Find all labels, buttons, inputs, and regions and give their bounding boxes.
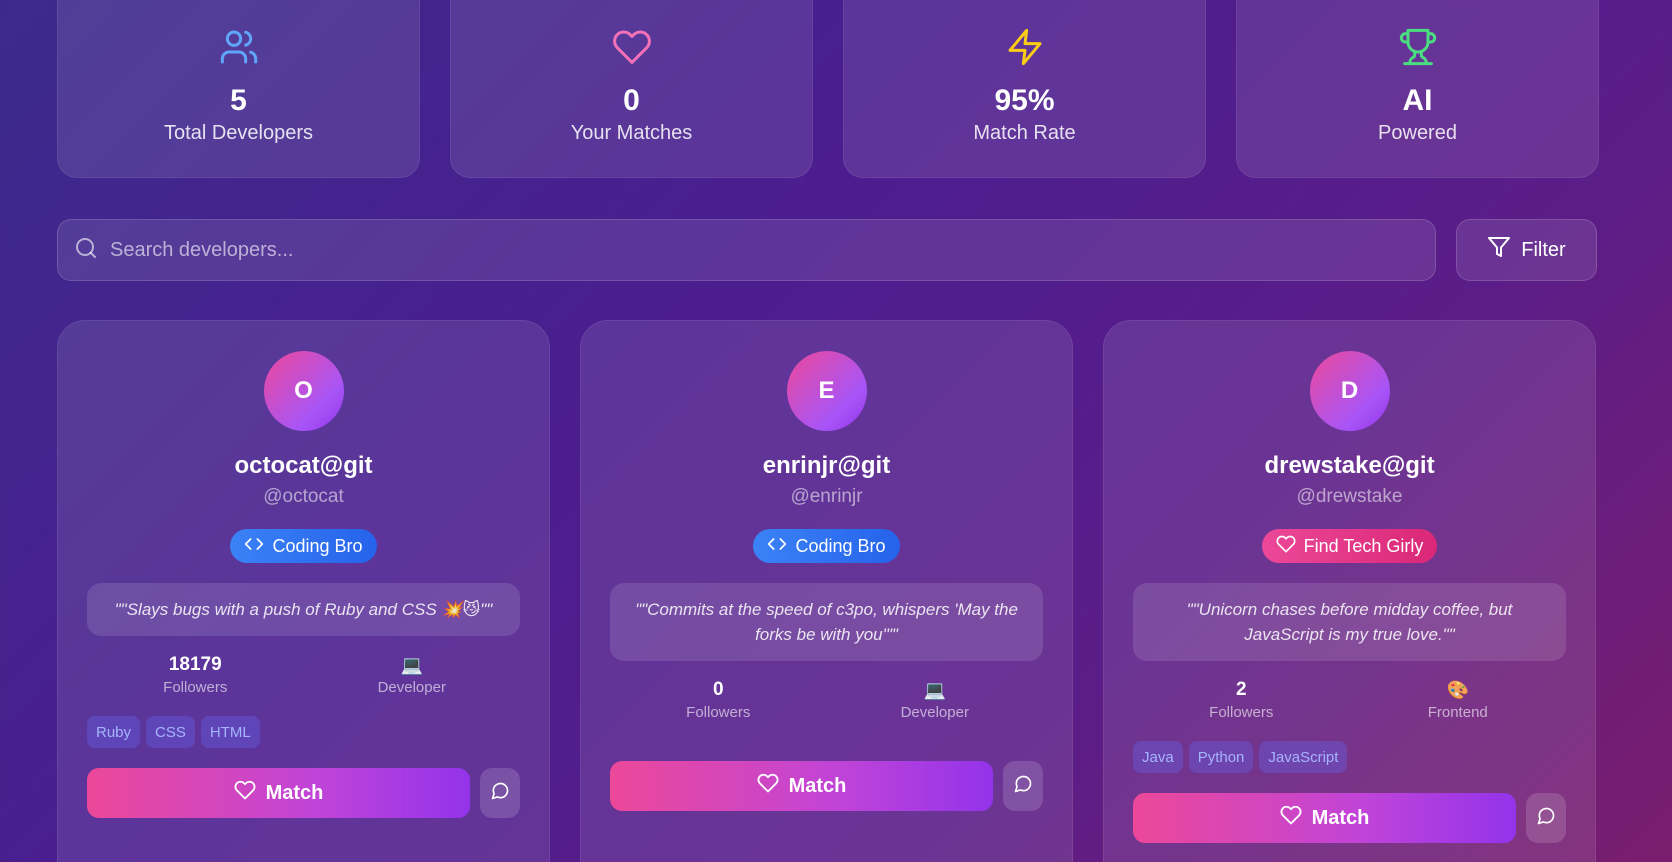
developer-handle: @enrinjr (790, 486, 863, 507)
stat-card-match-rate: 95% Match Rate (843, 0, 1206, 178)
meta-row: 18179 Followers 💻 Developer (87, 652, 520, 696)
stat-value: 5 (230, 84, 247, 117)
meta-row: 2 Followers 🎨 Frontend (1133, 677, 1566, 721)
badge-label: Coding Bro (272, 535, 363, 556)
match-button[interactable]: Match (610, 761, 993, 811)
skill-tag: JavaScript (1259, 741, 1348, 773)
stats-row: 5 Total Developers 0 Your Matches 95% Ma… (57, 0, 1599, 178)
match-label: Match (788, 774, 847, 797)
message-icon (490, 781, 510, 806)
developer-handle: @drewstake (1296, 486, 1403, 507)
filter-label: Filter (1521, 238, 1566, 261)
heart-icon (757, 772, 779, 800)
match-label: Match (265, 781, 324, 804)
heart-icon (1280, 804, 1302, 832)
stat-card-your-matches: 0 Your Matches (450, 0, 813, 178)
role-label: Developer (900, 704, 969, 721)
stat-label: Total Developers (164, 122, 313, 144)
role-stat: 💻 Developer (312, 652, 512, 696)
bio-quote: ""Slays bugs with a push of Ruby and CSS… (87, 583, 520, 636)
stat-value: AI (1402, 84, 1433, 117)
bio-quote: ""Unicorn chases before midday coffee, b… (1133, 583, 1566, 661)
stat-label: Powered (1378, 122, 1457, 144)
laptop-icon: 💻 (400, 655, 423, 675)
developer-handle: @octocat (263, 486, 344, 507)
meta-row: 0 Followers 💻 Developer (610, 677, 1043, 721)
followers-stat: 18179 Followers (95, 652, 295, 696)
looking-for-badge: Coding Bro (753, 529, 900, 563)
stat-label: Your Matches (570, 122, 693, 144)
followers-stat: 2 Followers (1141, 677, 1341, 721)
developer-card: E enrinjr@git @enrinjr Coding Bro ""Comm… (580, 320, 1073, 862)
developer-name: enrinjr@git (762, 452, 891, 479)
search-input[interactable] (110, 238, 1410, 262)
trophy-icon (1398, 27, 1438, 72)
laptop-icon: 💻 (923, 680, 946, 700)
code-icon (244, 534, 264, 559)
developer-cards: O octocat@git @octocat Coding Bro ""Slay… (57, 320, 1596, 862)
heart-icon (612, 27, 652, 72)
developer-name: drewstake@git (1264, 452, 1435, 479)
skill-tag: Ruby (87, 716, 141, 748)
avatar: E (786, 351, 867, 431)
followers-count: 2 (1235, 679, 1247, 700)
users-icon (219, 27, 259, 72)
heart-icon (1276, 534, 1296, 559)
search-box[interactable] (57, 219, 1436, 281)
card-actions: Match (87, 768, 520, 818)
followers-label: Followers (163, 679, 228, 696)
match-label: Match (1311, 806, 1370, 829)
palette-icon: 🎨 (1446, 680, 1469, 700)
role-stat: 🎨 Frontend (1358, 677, 1558, 721)
card-actions: Match (610, 761, 1043, 811)
developer-card: O octocat@git @octocat Coding Bro ""Slay… (57, 320, 550, 862)
message-icon (1536, 806, 1556, 831)
lightning-icon (1005, 27, 1045, 72)
match-button[interactable]: Match (87, 768, 470, 818)
developer-card: D drewstake@git @drewstake Find Tech Gir… (1103, 320, 1596, 862)
role-stat: 💻 Developer (835, 677, 1035, 721)
stat-value: 0 (623, 84, 640, 117)
stat-label: Match Rate (973, 122, 1076, 144)
skill-tag: HTML (200, 716, 260, 748)
stat-card-total-developers: 5 Total Developers (57, 0, 420, 178)
stat-value: 95% (994, 84, 1055, 117)
followers-label: Followers (686, 704, 751, 721)
followers-count: 0 (712, 679, 724, 700)
message-button[interactable] (480, 768, 520, 818)
developer-name: octocat@git (234, 452, 373, 479)
skill-tags: Java Python JavaScript (1133, 741, 1566, 773)
filter-button[interactable]: Filter (1456, 219, 1597, 281)
stat-card-powered: AI Powered (1236, 0, 1599, 178)
skill-tag: Python (1188, 741, 1254, 773)
skill-tags: Ruby CSS HTML (87, 716, 520, 748)
heart-icon (234, 779, 256, 807)
skill-tag: Java (1133, 741, 1183, 773)
match-button[interactable]: Match (1133, 793, 1516, 843)
message-button[interactable] (1526, 793, 1566, 843)
filter-icon (1487, 235, 1511, 265)
message-icon (1013, 774, 1033, 799)
code-icon (767, 534, 787, 559)
avatar: O (263, 351, 344, 431)
followers-count: 18179 (168, 654, 222, 675)
badge-label: Find Tech Girly (1303, 535, 1424, 556)
message-button[interactable] (1003, 761, 1043, 811)
role-label: Developer (377, 679, 446, 696)
avatar: D (1309, 351, 1390, 431)
followers-label: Followers (1209, 704, 1274, 721)
looking-for-badge: Coding Bro (230, 529, 377, 563)
bio-quote: ""Commits at the speed of c3po, whispers… (610, 583, 1043, 661)
search-row: Filter (57, 219, 1597, 281)
role-label: Frontend (1427, 704, 1488, 721)
followers-stat: 0 Followers (618, 677, 818, 721)
skill-tag: CSS (146, 716, 195, 748)
search-icon (74, 236, 98, 265)
badge-label: Coding Bro (795, 535, 886, 556)
looking-for-badge: Find Tech Girly (1261, 529, 1438, 563)
card-actions: Match (1133, 793, 1566, 843)
